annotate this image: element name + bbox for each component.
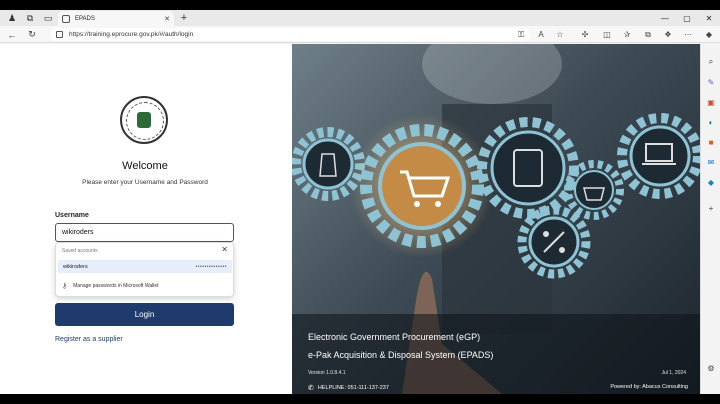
saved-account-password: •••••••••••••• (195, 263, 227, 270)
page-content: Welcome Please enter your Username and P… (0, 44, 700, 394)
tab-actions-icon[interactable]: ▭ (40, 10, 56, 26)
bing-icon[interactable]: ◆ (705, 176, 717, 188)
extensions-icon[interactable]: ✣ (578, 26, 592, 43)
tab-title: EPADS (75, 15, 95, 22)
browser-window: ♟ ⧉ ▭ EPADS ✕ + — ▢ ✕ ← ↻ https://traini… (0, 10, 720, 394)
login-subtitle: Please enter your Username and Password (82, 179, 208, 186)
copilot-icon[interactable]: ❖ (661, 26, 675, 43)
favorites-icon[interactable]: ✰ (620, 26, 634, 43)
sidebar-settings-icon[interactable]: ⚙ (705, 362, 717, 374)
saved-account-option[interactable]: wikiroders •••••••••••••• (58, 260, 232, 273)
star-icon[interactable]: ☆ (553, 26, 567, 43)
back-icon[interactable]: ← (4, 26, 20, 43)
hero-title-egp: Electronic Government Procurement (eGP) (308, 332, 481, 342)
maximize-button[interactable]: ▢ (676, 10, 698, 26)
gear-basket-icon (564, 160, 624, 220)
read-aloud-icon[interactable]: A (534, 26, 548, 43)
tab-epads[interactable]: EPADS ✕ (58, 11, 174, 26)
manage-passwords-link[interactable]: ⚷ Manage passwords in Microsoft Wallet (62, 282, 159, 290)
helpline: ✆ HELPLINE: 051-111-137-237 (308, 384, 389, 392)
workspaces-icon[interactable]: ⧉ (22, 10, 38, 26)
gear-percent-icon (517, 205, 591, 279)
tab-close-icon[interactable]: ✕ (164, 15, 170, 23)
search-icon[interactable]: ⌕ (705, 56, 717, 68)
tools-icon[interactable]: ✎ (705, 76, 717, 88)
manage-passwords-text: Manage passwords in Microsoft Wallet (73, 283, 159, 289)
version-text: Version 1.0.8.4.1 (308, 370, 346, 376)
copilot-sidebar-icon[interactable]: ◆ (702, 26, 716, 43)
address-toolbar: ← ↻ https://training.eprocure.gov.pk/#/a… (0, 26, 720, 43)
office-icon[interactable]: ■ (705, 136, 717, 148)
close-window-button[interactable]: ✕ (698, 10, 720, 26)
outlook-icon[interactable]: ✉ (705, 156, 717, 168)
minimize-button[interactable]: — (654, 10, 676, 26)
more-icon[interactable]: ⋯ (681, 26, 695, 43)
profile-icon[interactable]: ♟ (4, 10, 20, 26)
gear-laptop-icon (617, 113, 700, 199)
hero-title-epads: e-Pak Acquisition & Disposal System (EPA… (308, 350, 494, 360)
government-seal-logo (120, 96, 168, 144)
login-button[interactable]: Login (55, 303, 234, 326)
login-panel: Welcome Please enter your Username and P… (0, 44, 292, 394)
add-icon[interactable]: + (705, 202, 717, 214)
saved-accounts-dropdown: Saved accounts ✕ wikiroders ••••••••••••… (55, 242, 234, 297)
register-supplier-link[interactable]: Register as a supplier (55, 336, 123, 343)
refresh-icon[interactable]: ↻ (24, 26, 40, 43)
autofill-close-icon[interactable]: ✕ (221, 245, 228, 254)
edge-sidebar: ⌕ ✎ ▣ ◐ ■ ✉ ◆ + ⚙ (700, 44, 720, 394)
release-date: Jul 1, 2024 (661, 370, 686, 376)
welcome-heading: Welcome (122, 160, 168, 172)
url-text: https://training.eprocure.gov.pk/#/auth/… (69, 31, 194, 38)
phone-icon: ✆ (308, 385, 314, 392)
tab-strip: ♟ ⧉ ▭ EPADS ✕ + — ▢ ✕ (0, 10, 720, 26)
new-tab-button[interactable]: + (178, 10, 190, 26)
lock-icon[interactable] (56, 31, 63, 38)
split-screen-icon[interactable]: ◫ (600, 26, 614, 43)
hero-banner: Electronic Government Procurement (eGP) … (292, 44, 700, 394)
saved-account-username: wikiroders (63, 263, 88, 270)
saved-accounts-header: Saved accounts (62, 248, 98, 254)
shopping-icon[interactable]: ▣ (705, 96, 717, 108)
collections-icon[interactable]: ⧉ (641, 26, 655, 43)
username-label: Username (55, 212, 89, 219)
helpline-text: HELPLINE: 051-111-137-237 (317, 385, 389, 391)
games-icon[interactable]: ◐ (705, 116, 717, 128)
gear-cart-icon (350, 114, 494, 258)
tab-favicon-icon (62, 14, 70, 23)
key-icon: ⚷ (62, 283, 68, 290)
key-icon[interactable]: ⚿ (514, 26, 528, 43)
address-bar[interactable]: https://training.eprocure.gov.pk/#/auth/… (50, 28, 530, 41)
powered-by-text: Powered by: Abacus Consulting (610, 384, 688, 390)
username-input[interactable]: wikiroders (55, 223, 234, 242)
